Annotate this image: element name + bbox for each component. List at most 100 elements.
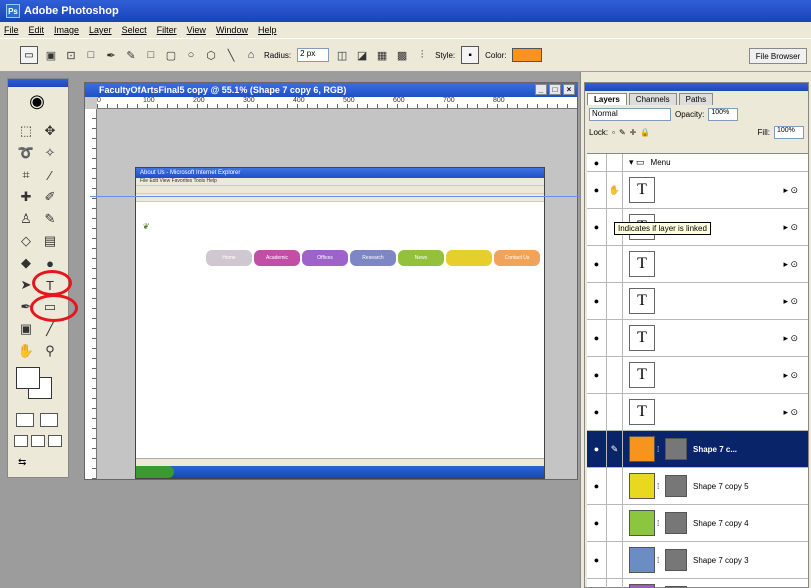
rectangle-shape-icon[interactable]: □	[144, 48, 158, 62]
eye-icon[interactable]: ●	[587, 357, 607, 393]
brush-tool-icon[interactable]: ✐	[40, 187, 60, 207]
shape-layers-icon[interactable]: ▣	[44, 48, 58, 62]
guide-line[interactable]	[90, 196, 580, 197]
radius-input[interactable]: 2 px	[297, 48, 330, 62]
maximize-icon[interactable]: □	[549, 84, 561, 95]
menu-file[interactable]: File	[4, 25, 19, 35]
eye-icon[interactable]: ●	[587, 394, 607, 430]
clone-stamp-tool-icon[interactable]: ♙	[16, 209, 36, 229]
color-swatch[interactable]	[512, 48, 543, 62]
eye-icon[interactable]: ●	[587, 209, 607, 245]
layer-effects-icon[interactable]: ▸ ⊙	[783, 259, 798, 270]
link-slot[interactable]	[607, 357, 623, 393]
move-tool-icon[interactable]: ✥	[40, 121, 60, 141]
ellipse-shape-icon[interactable]: ○	[184, 48, 198, 62]
exclude-mode-icon[interactable]: ▩	[395, 48, 409, 62]
marquee-tool-icon[interactable]: ⬚	[16, 121, 36, 141]
menu-layer[interactable]: Layer	[89, 25, 112, 35]
menu-help[interactable]: Help	[258, 25, 277, 35]
layer-row[interactable]: ● T ▸ ⊙	[587, 283, 808, 320]
zoom-tool-icon[interactable]: ⚲	[40, 341, 60, 361]
layer-effects-icon[interactable]: ▸ ⊙	[783, 222, 798, 233]
menu-filter[interactable]: Filter	[157, 25, 177, 35]
lock-position-icon[interactable]: ✛	[630, 128, 637, 137]
tab-paths[interactable]: Paths	[678, 93, 714, 105]
link-slot[interactable]	[607, 468, 623, 504]
layer-effects-icon[interactable]: ▸ ⊙	[783, 185, 798, 196]
history-brush-tool-icon[interactable]: ✎	[40, 209, 60, 229]
layer-group-row[interactable]: ● ▾ ▭ Menu	[587, 154, 808, 172]
link-slot[interactable]	[607, 283, 623, 319]
eye-icon[interactable]: ●	[587, 172, 607, 208]
full-screen-menu-mode-button[interactable]	[31, 435, 45, 447]
menu-view[interactable]: View	[187, 25, 206, 35]
vector-mask-thumbnail[interactable]	[665, 549, 687, 571]
tool-preset-picker[interactable]: ▭	[20, 46, 38, 64]
polygon-shape-icon[interactable]: ⬡	[204, 48, 218, 62]
eye-icon[interactable]: ●	[587, 154, 607, 171]
full-screen-mode-button[interactable]	[48, 435, 62, 447]
pen-tool-icon[interactable]: ✒	[104, 48, 118, 62]
lock-image-icon[interactable]: ✎	[619, 128, 626, 137]
link-slot[interactable]	[607, 320, 623, 356]
chain-icon[interactable]: ⁞	[657, 519, 663, 528]
intersect-mode-icon[interactable]: ▦	[375, 48, 389, 62]
eraser-tool-icon[interactable]: ◇	[16, 231, 36, 251]
magic-wand-tool-icon[interactable]: ✧	[40, 143, 60, 163]
shape-color-thumbnail[interactable]	[629, 547, 655, 573]
menu-window[interactable]: Window	[216, 25, 248, 35]
healing-brush-tool-icon[interactable]: ✚	[16, 187, 36, 207]
layer-effects-icon[interactable]: ▸ ⊙	[783, 296, 798, 307]
quick-mask-mode-button[interactable]	[40, 413, 58, 427]
eye-icon[interactable]: ●	[587, 468, 607, 504]
lock-all-icon[interactable]: 🔒	[640, 128, 650, 137]
foreground-color-swatch[interactable]	[16, 367, 40, 389]
lock-transparency-icon[interactable]: ▫	[612, 128, 615, 137]
link-slot[interactable]	[607, 542, 623, 578]
layer-effects-icon[interactable]: ▸ ⊙	[783, 407, 798, 418]
freeform-pen-icon[interactable]: ✎	[124, 48, 138, 62]
custom-shape-icon[interactable]: ⌂	[244, 48, 258, 62]
lasso-tool-icon[interactable]: ➰	[16, 143, 36, 163]
link-icon[interactable]: ⫶	[415, 48, 429, 62]
hand-cursor-icon[interactable]: ✋	[607, 172, 623, 208]
layer-row[interactable]: ● ⁞ Shape 7 copy 3	[587, 542, 808, 579]
document-title-bar[interactable]: FacultyOfArtsFinal5 copy @ 55.1% (Shape …	[85, 83, 577, 97]
eye-icon[interactable]: ●	[587, 431, 607, 467]
eye-icon[interactable]: ●	[587, 246, 607, 282]
chain-icon[interactable]: ⁞	[657, 482, 663, 491]
layer-row[interactable]: ● T ▸ ⊙	[587, 394, 808, 431]
toolbox-header[interactable]	[8, 79, 68, 87]
chain-icon[interactable]: ⁞	[657, 556, 663, 565]
eye-icon[interactable]: ●	[587, 283, 607, 319]
minimize-icon[interactable]: _	[535, 84, 547, 95]
link-slot[interactable]	[607, 246, 623, 282]
layer-row[interactable]: ● ⁞ Shape 7 copy 4	[587, 505, 808, 542]
layers-panel-header[interactable]	[585, 83, 808, 91]
line-shape-icon[interactable]: ╲	[224, 48, 238, 62]
layer-row[interactable]: ● ✎ ⁞ Shape 7 c...	[587, 431, 808, 468]
file-browser-button[interactable]: File Browser	[749, 48, 807, 64]
blend-mode-select[interactable]: Normal	[589, 107, 671, 121]
eye-icon[interactable]: ●	[587, 505, 607, 541]
eye-icon[interactable]: ●	[587, 579, 607, 588]
layer-row[interactable]: ● ✋ T ▸ ⊙	[587, 172, 808, 209]
layer-row[interactable]: ● T ▸ ⊙	[587, 357, 808, 394]
crop-tool-icon[interactable]: ⌗	[16, 165, 36, 185]
combine-mode-icon[interactable]: ◫	[335, 48, 349, 62]
layer-row[interactable]: ● ⁞ Shape 7 copy 5	[587, 468, 808, 505]
layer-effects-icon[interactable]: ▸ ⊙	[783, 370, 798, 381]
eye-logo-icon[interactable]: ◉	[18, 91, 56, 113]
hand-tool-icon[interactable]: ✋	[16, 341, 36, 361]
shape-color-thumbnail[interactable]	[629, 584, 655, 588]
canvas-image[interactable]: About Us - Microsoft Internet Explorer F…	[135, 167, 545, 479]
menu-select[interactable]: Select	[122, 25, 147, 35]
layer-row[interactable]: ● T ▸ ⊙	[587, 320, 808, 357]
notes-tool-icon[interactable]: ▣	[16, 319, 36, 339]
tab-channels[interactable]: Channels	[628, 93, 677, 105]
layer-row[interactable]: ● T ▸ ⊙	[587, 246, 808, 283]
eye-icon[interactable]: ●	[587, 542, 607, 578]
standard-mode-button[interactable]	[16, 413, 34, 427]
fill-input[interactable]: 100%	[774, 125, 804, 139]
shape-color-thumbnail[interactable]	[629, 473, 655, 499]
